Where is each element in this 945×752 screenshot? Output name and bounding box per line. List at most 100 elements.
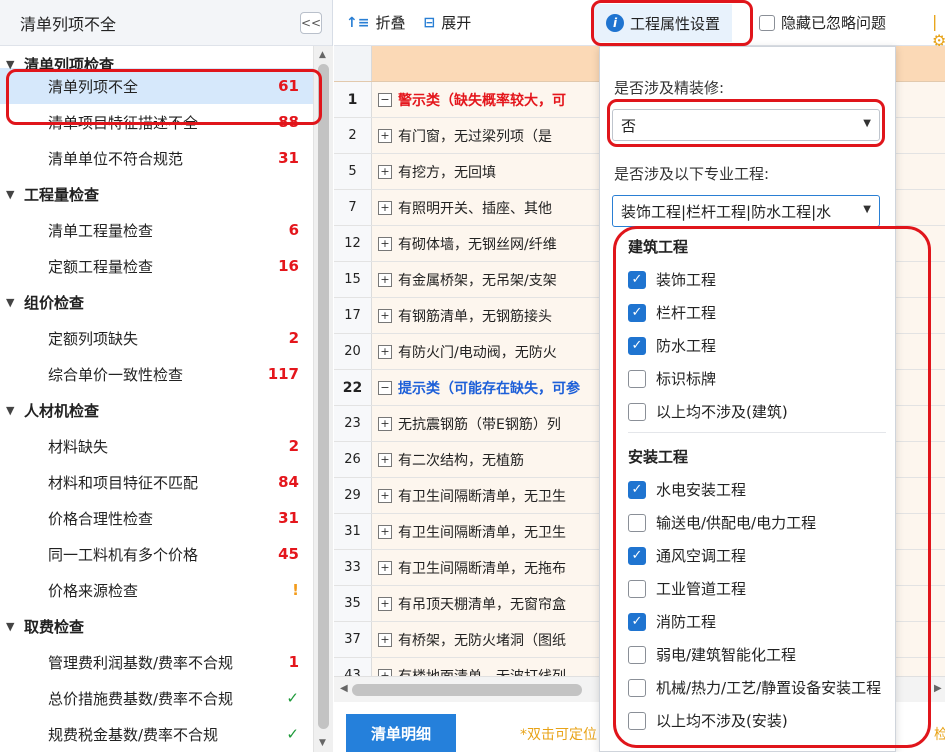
tree-category[interactable]: ▼ 组价检查 bbox=[0, 284, 313, 320]
checked-checkbox-icon[interactable]: ✓ bbox=[628, 480, 646, 499]
unchecked-checkbox-icon[interactable] bbox=[628, 711, 646, 730]
checked-checkbox-icon[interactable]: ✓ bbox=[628, 546, 646, 565]
unchecked-checkbox-icon[interactable] bbox=[628, 513, 646, 532]
specialty-option[interactable]: ✓ 防水工程 bbox=[612, 329, 894, 362]
row-text: 无抗震钢筋（带E钢筋）列 bbox=[398, 416, 561, 433]
expand-row-icon[interactable]: + bbox=[378, 236, 392, 251]
checked-checkbox-icon[interactable]: ✓ bbox=[628, 336, 646, 355]
collapse-row-icon[interactable]: − bbox=[378, 92, 392, 107]
fold-button[interactable]: ↑≡ 折叠 bbox=[346, 12, 405, 33]
specialty-option[interactable]: 弱电/建筑智能化工程 bbox=[612, 638, 894, 671]
tree-item-label: 管理费利润基数/费率不合规 bbox=[48, 653, 234, 672]
scroll-up-icon[interactable]: ▲ bbox=[319, 50, 326, 60]
unchecked-checkbox-icon[interactable] bbox=[628, 369, 646, 388]
specialty-option[interactable]: 工业管道工程 bbox=[612, 572, 894, 605]
row-number: 7 bbox=[334, 190, 372, 225]
expand-row-icon[interactable]: + bbox=[378, 344, 392, 359]
tree-item[interactable]: 材料和项目特征不匹配 84 bbox=[0, 464, 313, 500]
header-no-cell bbox=[334, 46, 372, 81]
row-text: 有桥架，无防火堵洞（图纸 bbox=[398, 632, 566, 649]
issue-count-badge: 61 bbox=[278, 77, 299, 95]
specialty-option[interactable]: 以上均不涉及(安装) bbox=[612, 704, 894, 737]
expand-row-icon[interactable]: + bbox=[378, 596, 392, 611]
row-number: 17 bbox=[334, 298, 372, 333]
expand-row-icon[interactable]: + bbox=[378, 200, 392, 215]
specialty-option[interactable]: ✓ 栏杆工程 bbox=[612, 296, 894, 329]
tree-item[interactable]: 规费税金基数/费率不合规 ✓ bbox=[0, 716, 313, 752]
list-detail-button[interactable]: 清单明细 bbox=[346, 714, 456, 752]
specialty-option-label: 通风空调工程 bbox=[656, 547, 747, 565]
expand-row-icon[interactable]: + bbox=[378, 308, 392, 323]
scroll-down-icon[interactable]: ▼ bbox=[319, 738, 326, 748]
expand-row-icon[interactable]: + bbox=[378, 272, 392, 287]
tree-item[interactable]: 综合单价一致性检查 117 bbox=[0, 356, 313, 392]
checked-checkbox-icon[interactable]: ✓ bbox=[628, 303, 646, 322]
specialty-select-value: 装饰工程|栏杆工程|防水工程|水 bbox=[621, 202, 832, 221]
expand-row-icon[interactable]: + bbox=[378, 488, 392, 503]
left-scrollbar[interactable]: ▲ ▼ bbox=[313, 46, 333, 752]
tree-category-label: 清单列项检查 bbox=[24, 55, 115, 74]
horizontal-scrollbar-thumb[interactable] bbox=[352, 684, 582, 696]
hide-ignored-checkbox[interactable]: 隐藏已忽略问题 bbox=[759, 12, 886, 33]
unchecked-checkbox-icon[interactable] bbox=[628, 579, 646, 598]
left-scrollbar-thumb[interactable] bbox=[318, 64, 329, 729]
specialty-option[interactable]: 输送电/供配电/电力工程 bbox=[612, 506, 894, 539]
specialty-question-label: 是否涉及以下专业工程: bbox=[614, 165, 770, 183]
expand-row-icon[interactable]: + bbox=[378, 452, 392, 467]
caret-down-icon[interactable]: ▼ bbox=[6, 404, 24, 417]
scroll-left-icon[interactable]: ◀ bbox=[340, 683, 348, 694]
checked-checkbox-icon[interactable]: ✓ bbox=[628, 270, 646, 289]
tree-item[interactable]: 价格来源检查! bbox=[0, 572, 313, 608]
expand-row-icon[interactable]: + bbox=[378, 560, 392, 575]
tree-category[interactable]: ▼ 工程量检查 bbox=[0, 176, 313, 212]
specialty-select[interactable]: 装饰工程|栏杆工程|防水工程|水 ▼ bbox=[612, 195, 880, 227]
tree-item[interactable]: 定额列项缺失 2 bbox=[0, 320, 313, 356]
expand-button[interactable]: ⊟ 展开 bbox=[423, 12, 471, 33]
expand-row-icon[interactable]: + bbox=[378, 668, 392, 676]
tree-item[interactable]: 清单单位不符合规范 31 bbox=[0, 140, 313, 176]
specialty-option[interactable]: ✓ 装饰工程 bbox=[612, 263, 894, 296]
tree-item[interactable]: 清单项目特征描述不全 88 bbox=[0, 104, 313, 140]
tree-item-label: 规费税金基数/费率不合规 bbox=[48, 725, 219, 744]
tree-item[interactable]: 材料缺失 2 bbox=[0, 428, 313, 464]
tree-category-label: 取费检查 bbox=[24, 617, 85, 636]
caret-down-icon[interactable]: ▼ bbox=[6, 296, 24, 309]
checked-checkbox-icon[interactable]: ✓ bbox=[628, 612, 646, 631]
project-property-button[interactable]: i 工程属性设置 bbox=[594, 4, 733, 42]
expand-row-icon[interactable]: + bbox=[378, 632, 392, 647]
more-tools-icon[interactable]: |⚙ bbox=[932, 12, 945, 50]
tree-category[interactable]: ▼ 人材机检查 bbox=[0, 392, 313, 428]
specialty-option[interactable]: 标识标牌 bbox=[612, 362, 894, 395]
tree-item[interactable]: 清单工程量检查 6 bbox=[0, 212, 313, 248]
collapse-panel-button[interactable]: << bbox=[300, 11, 322, 34]
expand-row-icon[interactable]: + bbox=[378, 524, 392, 539]
expand-row-icon[interactable]: + bbox=[378, 164, 392, 179]
specialty-option[interactable]: 以上均不涉及(建筑) bbox=[612, 395, 894, 428]
specialty-option[interactable]: ✓ 水电安装工程 bbox=[612, 473, 894, 506]
unchecked-checkbox-icon[interactable] bbox=[628, 402, 646, 421]
finishing-select[interactable]: 否 ▼ bbox=[612, 109, 880, 141]
row-number: 33 bbox=[334, 550, 372, 585]
row-number: 15 bbox=[334, 262, 372, 297]
tree-item[interactable]: 价格合理性检查 31 bbox=[0, 500, 313, 536]
specialty-option[interactable]: 机械/热力/工艺/静置设备安装工程 bbox=[612, 671, 894, 704]
tree-item[interactable]: 管理费利润基数/费率不合规 1 bbox=[0, 644, 313, 680]
caret-down-icon[interactable]: ▼ bbox=[6, 188, 24, 201]
hide-ignored-box[interactable] bbox=[759, 14, 775, 31]
specialty-option[interactable]: ✓ 通风空调工程 bbox=[612, 539, 894, 572]
tree-item[interactable]: 同一工料机有多个价格 45 bbox=[0, 536, 313, 572]
expand-row-icon[interactable]: + bbox=[378, 128, 392, 143]
specialty-option[interactable]: ✓ 消防工程 bbox=[612, 605, 894, 638]
unchecked-checkbox-icon[interactable] bbox=[628, 645, 646, 664]
collapse-row-icon[interactable]: − bbox=[378, 380, 392, 395]
unchecked-checkbox-icon[interactable] bbox=[628, 678, 646, 697]
check-tree-panel: 清单列项不全 << ▼ 清单列项检查 清单列项不全 61 清单项目特征描述不全 88 清单单… bbox=[0, 0, 333, 752]
issue-count-badge: 88 bbox=[278, 113, 299, 131]
caret-down-icon[interactable]: ▼ bbox=[6, 620, 24, 633]
tree-item[interactable]: 总价措施费基数/费率不合规 ✓ bbox=[0, 680, 313, 716]
expand-row-icon[interactable]: + bbox=[378, 416, 392, 431]
caret-down-icon[interactable]: ▼ bbox=[6, 58, 24, 71]
scroll-right-icon[interactable]: ▶ bbox=[934, 683, 942, 694]
tree-category[interactable]: ▼ 取费检查 bbox=[0, 608, 313, 644]
tree-item[interactable]: 定额工程量检查 16 bbox=[0, 248, 313, 284]
